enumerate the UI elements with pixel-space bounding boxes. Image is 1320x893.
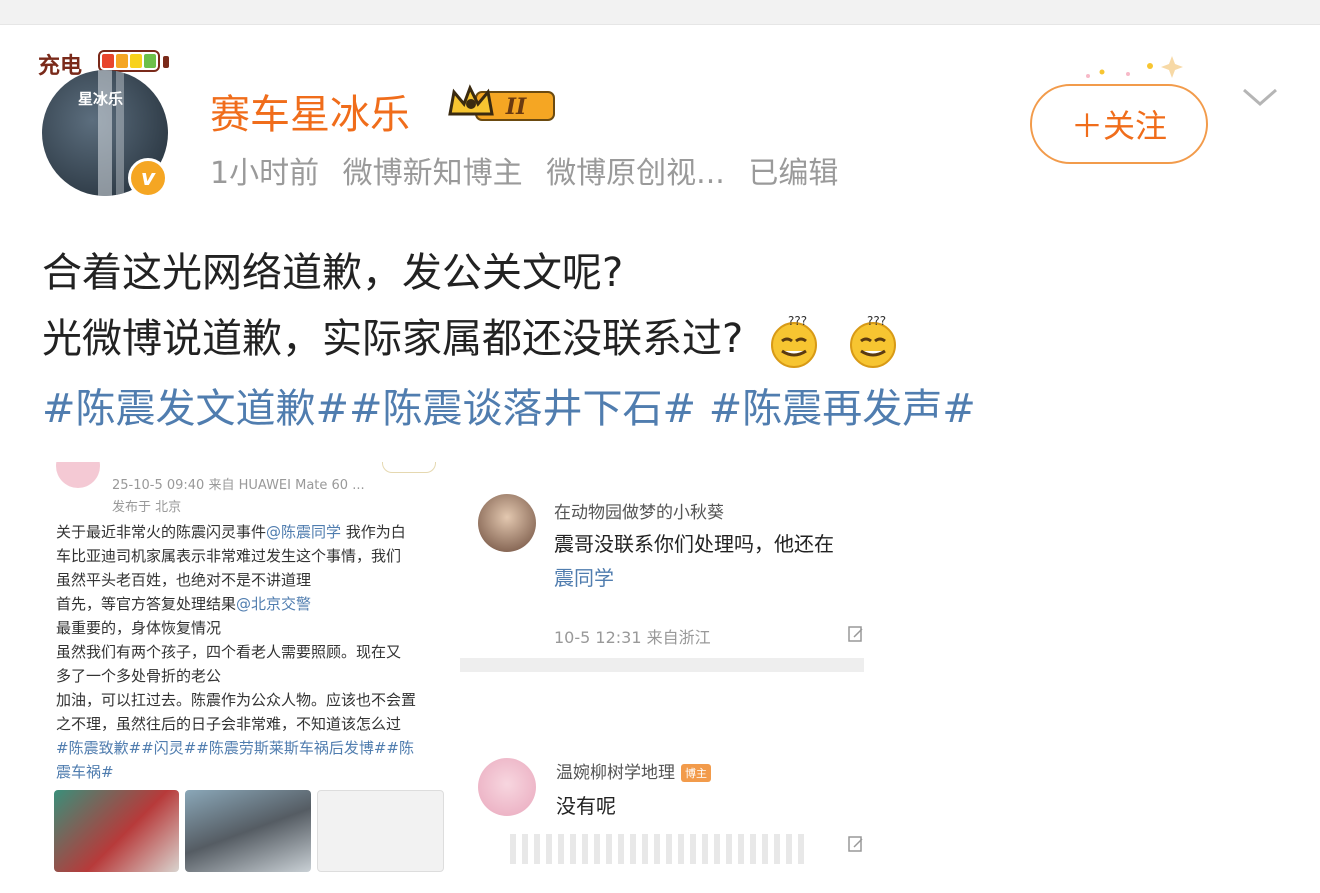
text-segment: 关于最近非常火的陈震闪灵事件 <box>56 523 267 541</box>
text-line: 之不理，虽然往后的日子会非常难，不知道该怎么过 <box>56 715 402 733</box>
avatar-text: 星冰乐 <box>78 90 124 108</box>
confused-face-emoji-icon: ??? <box>770 314 817 368</box>
edit-icon <box>848 836 863 852</box>
blurred-text <box>510 834 810 864</box>
battery-tip <box>163 56 169 68</box>
edit-icon <box>848 626 863 642</box>
avatar <box>56 462 100 488</box>
thumbnail-image <box>54 790 180 872</box>
comment-text: 震哥没联系你们处理吗，他还在 <box>554 532 834 556</box>
follow-button[interactable]: ＋关注 <box>1030 84 1208 164</box>
sparkle-decoration-icon <box>1086 56 1183 78</box>
text-line: 最重要的，身体恢复情况 <box>56 619 222 637</box>
post-text-line: 光微博说道歉，实际家属都还没联系过? ??? ??? <box>42 306 901 369</box>
author-tag: 微博原创视... <box>546 156 725 191</box>
comment-text: 没有呢 <box>556 794 616 818</box>
crown-rank-icon: II <box>448 84 555 121</box>
mention-link: @北京交警 <box>236 595 312 613</box>
avatar <box>478 494 536 552</box>
hashtag-line: 震车祸# <box>56 763 114 781</box>
text-line: 多了一个多处骨折的老公 <box>56 667 222 685</box>
thumbnail-image <box>185 790 311 872</box>
post-meta: 25-10-5 09:40 来自 HUAWEI Mate 60 ... <box>112 478 365 493</box>
mention-link: 震同学 <box>554 566 614 590</box>
image-thumbnails <box>54 790 444 872</box>
comment-time: 10-5 12:31 来自浙江 <box>554 628 711 647</box>
post-time: 1小时前 <box>210 156 320 191</box>
attached-image-right[interactable]: 在动物园做梦的小秋葵 震哥没联系你们处理吗，他还在 震同学 10-5 12:31… <box>460 478 864 880</box>
verified-icon: v <box>128 158 168 198</box>
rank-badge-text: II <box>505 94 527 120</box>
attached-image-left[interactable]: 25-10-5 09:40 来自 HUAWEI Mate 60 ... 发布于 … <box>46 462 444 880</box>
post-hashtags[interactable]: #陈震发文道歉##陈震谈落井下石# #陈震再发声# <box>42 376 976 434</box>
avatar <box>478 758 536 816</box>
commenter-name: 温婉柳树学地理 博主 <box>556 758 711 783</box>
embedded-post-text: 关于最近非常火的陈震闪灵事件@陈震同学 我作为白 车比亚迪司机家属表示非常难过发… <box>56 520 440 784</box>
author-badge: 博主 <box>681 764 711 782</box>
text-line: 加油，可以扛过去。陈震作为公众人物。应该也不会置 <box>56 691 417 709</box>
text-segment: 首先，等官方答复处理结果 <box>56 595 237 613</box>
commenter-name-text: 温婉柳树学地理 <box>556 763 675 783</box>
top-divider <box>0 0 1320 25</box>
author-tag: 微博新知博主 <box>342 156 523 191</box>
battery-icon <box>98 50 160 72</box>
text-line: 关于最近非常火的陈震闪灵事件@陈震同学 我作为白 <box>56 520 440 544</box>
follow-pill <box>382 462 436 473</box>
svg-text:???: ??? <box>788 314 807 328</box>
post-text: 光微博说道歉，实际家属都还没联系过? <box>42 316 744 362</box>
post-location: 发布于 北京 <box>112 500 182 515</box>
text-line: 车比亚迪司机家属表示非常难过发生这个事情，我们 <box>56 547 402 565</box>
text-line: 虽然我们有两个孩子，四个看老人需要照顾。现在又 <box>56 643 402 661</box>
edited-label: 已编辑 <box>748 156 839 191</box>
chevron-down-icon[interactable] <box>1240 86 1280 110</box>
text-line: 首先，等官方答复处理结果@北京交警 <box>56 592 440 616</box>
text-line: 虽然平头老百姓，也绝对不是不讲道理 <box>56 571 312 589</box>
mention-link: @陈震同学 <box>266 523 342 541</box>
svg-text:???: ??? <box>867 314 886 328</box>
confused-face-emoji-icon: ??? <box>849 314 896 368</box>
commenter-name: 在动物园做梦的小秋葵 <box>554 503 724 523</box>
post-meta: 1小时前 微博新知博主 微博原创视... 已编辑 <box>210 148 852 192</box>
text-segment: 我作为白 <box>341 523 406 541</box>
charging-label: 充电 <box>38 54 83 79</box>
map-thumbnail-image <box>316 790 444 872</box>
divider <box>460 658 864 672</box>
username[interactable]: 赛车星冰乐 <box>210 82 410 140</box>
hashtag-line: #陈震致歉##闪灵##陈震劳斯莱斯车祸后发博##陈 <box>56 739 414 757</box>
post-text-line: 合着这光网络道歉，发公关文呢? <box>42 250 624 296</box>
